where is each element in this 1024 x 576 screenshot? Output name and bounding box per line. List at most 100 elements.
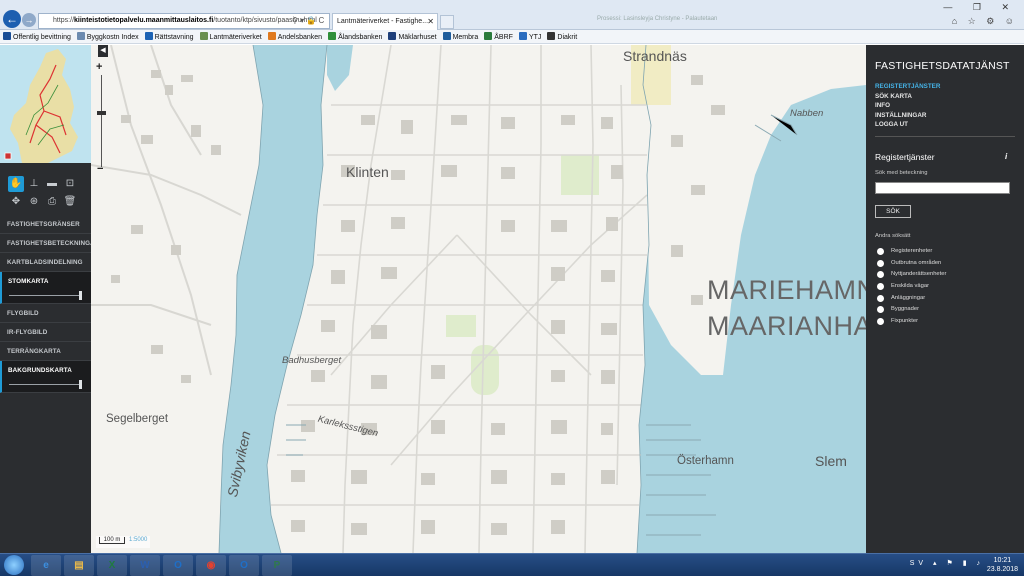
search-button[interactable]: SÖK (875, 205, 911, 218)
browser-toolbar-icons[interactable]: ⌂ ☆ ⚙ ☺ (952, 16, 1018, 27)
search-option[interactable]: Fixpunkter (876, 316, 946, 328)
panel-title: FASTIGHETSDATATJÄNST (875, 60, 1010, 72)
opacity-slider[interactable] (9, 380, 82, 389)
favorite-link[interactable]: Ålandsbanken (328, 31, 382, 43)
trash-icon[interactable]: 🗑 (62, 194, 78, 210)
search-option[interactable]: Anläggningar (876, 293, 946, 305)
favorite-link[interactable]: Offentlig bevittning (3, 31, 71, 43)
info-icon[interactable]: i (1005, 152, 1007, 161)
radio-button[interactable] (877, 259, 884, 267)
favorite-icon (547, 32, 556, 40)
favorite-label: Lantmäteriverket (209, 34, 262, 41)
forward-icon[interactable]: → (22, 13, 36, 27)
favorite-link[interactable]: Byggkostn Index (76, 31, 139, 43)
favorite-link[interactable]: Membra (442, 31, 479, 43)
hand-pan-icon[interactable]: ✋ (8, 176, 24, 192)
search-option[interactable]: Enskilda vägar (876, 281, 946, 293)
opacity-slider[interactable] (9, 291, 82, 300)
option-label: Registerenheter (891, 248, 933, 254)
favorite-icon (267, 32, 276, 40)
search-option[interactable]: Registerenheter (876, 246, 946, 258)
search-option[interactable]: Nyttjanderättsenheter (876, 269, 946, 281)
search-option[interactable]: Byggnader (876, 304, 946, 316)
favorite-link[interactable]: YTJ (518, 31, 541, 43)
outlook-icon[interactable]: O (163, 555, 193, 576)
clock[interactable]: 10:21 23.8.2018 (987, 556, 1018, 574)
language-indicator[interactable]: SV (910, 560, 927, 567)
menu-item[interactable]: LOGGA UT (875, 120, 940, 130)
layer-item[interactable]: FLYGBILD (0, 304, 91, 323)
file-explorer-icon[interactable]: ▤ (64, 555, 94, 576)
tab-title: Lantmäteriverket - Fastighe... (337, 18, 429, 25)
zoom-in-icon[interactable]: + (96, 61, 102, 73)
system-tray[interactable]: SV ▴ ⚑ ▮ ♪ (910, 559, 984, 567)
favorite-link[interactable]: Lantmäteriverket (199, 31, 262, 43)
pin-icon[interactable]: ⊥ (26, 176, 42, 192)
search-input[interactable] (875, 182, 1010, 194)
radio-button[interactable] (877, 283, 884, 291)
menu-item[interactable]: INSTÄLLNINGAR (875, 111, 940, 121)
move-icon[interactable]: ✥ (8, 194, 24, 210)
favorite-link[interactable]: Mäklarhuset (388, 31, 437, 43)
radio-button[interactable] (877, 271, 884, 279)
layer-item[interactable]: FASTIGHETSBETECKNINGAR (0, 234, 99, 253)
layer-item[interactable]: STOMKARTA (0, 272, 91, 304)
measure-icon[interactable]: ▬ (44, 176, 60, 192)
panel-menu: REGISTERTJÄNSTER SÖK KARTA INFO INSTÄLLNING… (875, 82, 940, 130)
new-tab-button[interactable] (440, 15, 454, 29)
back-icon[interactable]: ← (3, 10, 21, 28)
layer-item[interactable]: FASTIGHETSGRÄNSER (0, 215, 91, 234)
coordinates-icon[interactable]: ⊛ (26, 194, 42, 210)
favorite-link[interactable]: ÅBRF (484, 31, 513, 43)
layer-item[interactable]: IR-FLYGBILD (0, 323, 91, 342)
start-button[interactable] (4, 555, 24, 575)
radio-button[interactable] (877, 248, 884, 255)
outlook-2-icon[interactable]: O (229, 555, 259, 576)
favorite-link[interactable]: Andelsbanken (267, 31, 322, 43)
favorite-icon (3, 32, 11, 40)
layer-item[interactable]: BAKGRUNDSKARTA (0, 361, 91, 393)
layer-item[interactable]: KARTBLADSINDELNING (0, 253, 91, 272)
collapse-panel-icon[interactable]: ◀ (98, 45, 108, 57)
favorite-link[interactable]: Rättstavning (144, 31, 194, 43)
menu-item[interactable]: INFO (875, 101, 940, 111)
map-view[interactable]: Strandnäs Nabben Klinten MARIEHAMN MAARIANHA… (91, 45, 866, 553)
overview-map[interactable] (0, 45, 91, 163)
layer-item[interactable]: TERRÄNGKARTA (0, 342, 91, 361)
word-icon[interactable]: W (130, 555, 160, 576)
scale-bar: 100 m 1:5000 (96, 536, 151, 548)
option-label: Fixpunkter (891, 318, 919, 325)
radio-button[interactable] (877, 294, 884, 302)
favorite-icon (328, 32, 337, 40)
slider-handle[interactable] (79, 291, 82, 300)
internet-explorer-icon[interactable]: e (31, 555, 61, 576)
menu-item[interactable]: SÖK KARTA (875, 92, 940, 102)
menu-item[interactable]: REGISTERTJÄNSTER (875, 82, 940, 92)
layer-label: FASTIGHETSGRÄNSER (7, 221, 80, 228)
favorite-label: Offentlig bevittning (13, 34, 71, 41)
favorite-label: Membra (452, 34, 479, 41)
layer-list: FASTIGHETSGRÄNSER FASTIGHETSBETECKNINGAR K… (0, 215, 99, 393)
search-option[interactable]: Outbrutna områden (876, 258, 946, 270)
radio-button[interactable] (877, 306, 884, 314)
print-icon[interactable]: ⎙ (44, 194, 60, 210)
publisher-icon[interactable]: P (262, 555, 292, 576)
favorite-link[interactable]: Diakrit (547, 31, 577, 43)
tab-lantmateriverket[interactable]: Lantmäteriverket - Fastighe... ✕ (332, 13, 438, 30)
layer-label: FASTIGHETSBETECKNINGAR (7, 240, 100, 247)
zoom-slider[interactable] (101, 75, 102, 167)
window-controls[interactable]: — ❐ ✕ (943, 2, 1018, 13)
zoom-out-icon[interactable]: − (97, 163, 103, 175)
address-bar[interactable]: https://kiinteistotietopalvelu.maanmitta… (38, 13, 330, 29)
area-icon[interactable]: ⊡ (62, 176, 78, 192)
chrome-icon[interactable]: ◉ (196, 555, 226, 576)
option-label: Outbrutna områden (891, 259, 942, 266)
slider-handle[interactable] (79, 380, 82, 389)
divider (875, 136, 1015, 137)
close-icon[interactable]: ✕ (427, 14, 434, 30)
address-bar-icons[interactable]: ⚲ ▾ 🔒 C (292, 13, 324, 29)
excel-icon[interactable]: X (97, 555, 127, 576)
zoom-slider-handle[interactable] (97, 111, 106, 115)
radio-button[interactable] (877, 318, 884, 326)
zoom-control: + − (96, 61, 108, 177)
